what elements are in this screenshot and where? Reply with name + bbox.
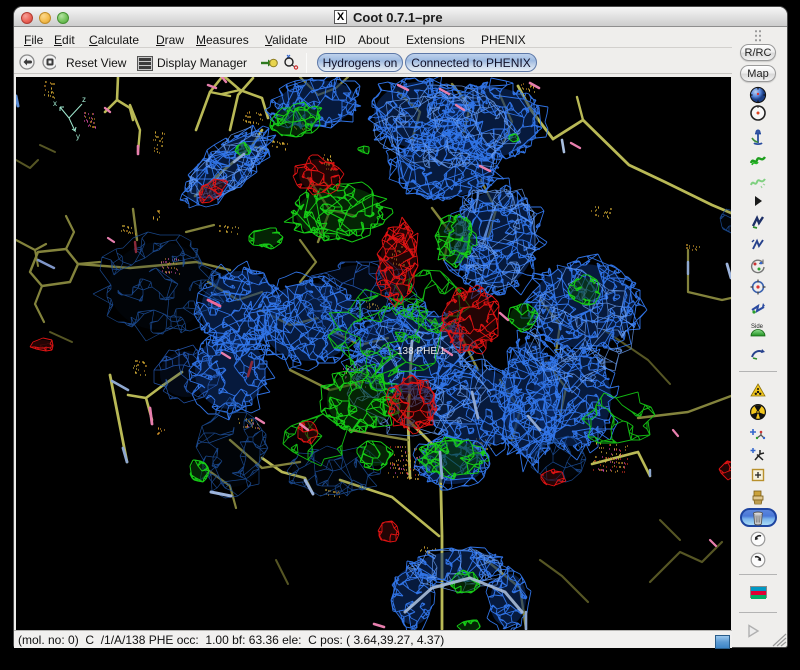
svg-text:z: z	[82, 95, 86, 104]
svg-text:Side: Side	[751, 324, 764, 330]
svg-text:138 PHE/1: 138 PHE/1	[397, 346, 446, 357]
svg-text:y: y	[76, 132, 80, 141]
svg-text:x: x	[53, 99, 57, 108]
